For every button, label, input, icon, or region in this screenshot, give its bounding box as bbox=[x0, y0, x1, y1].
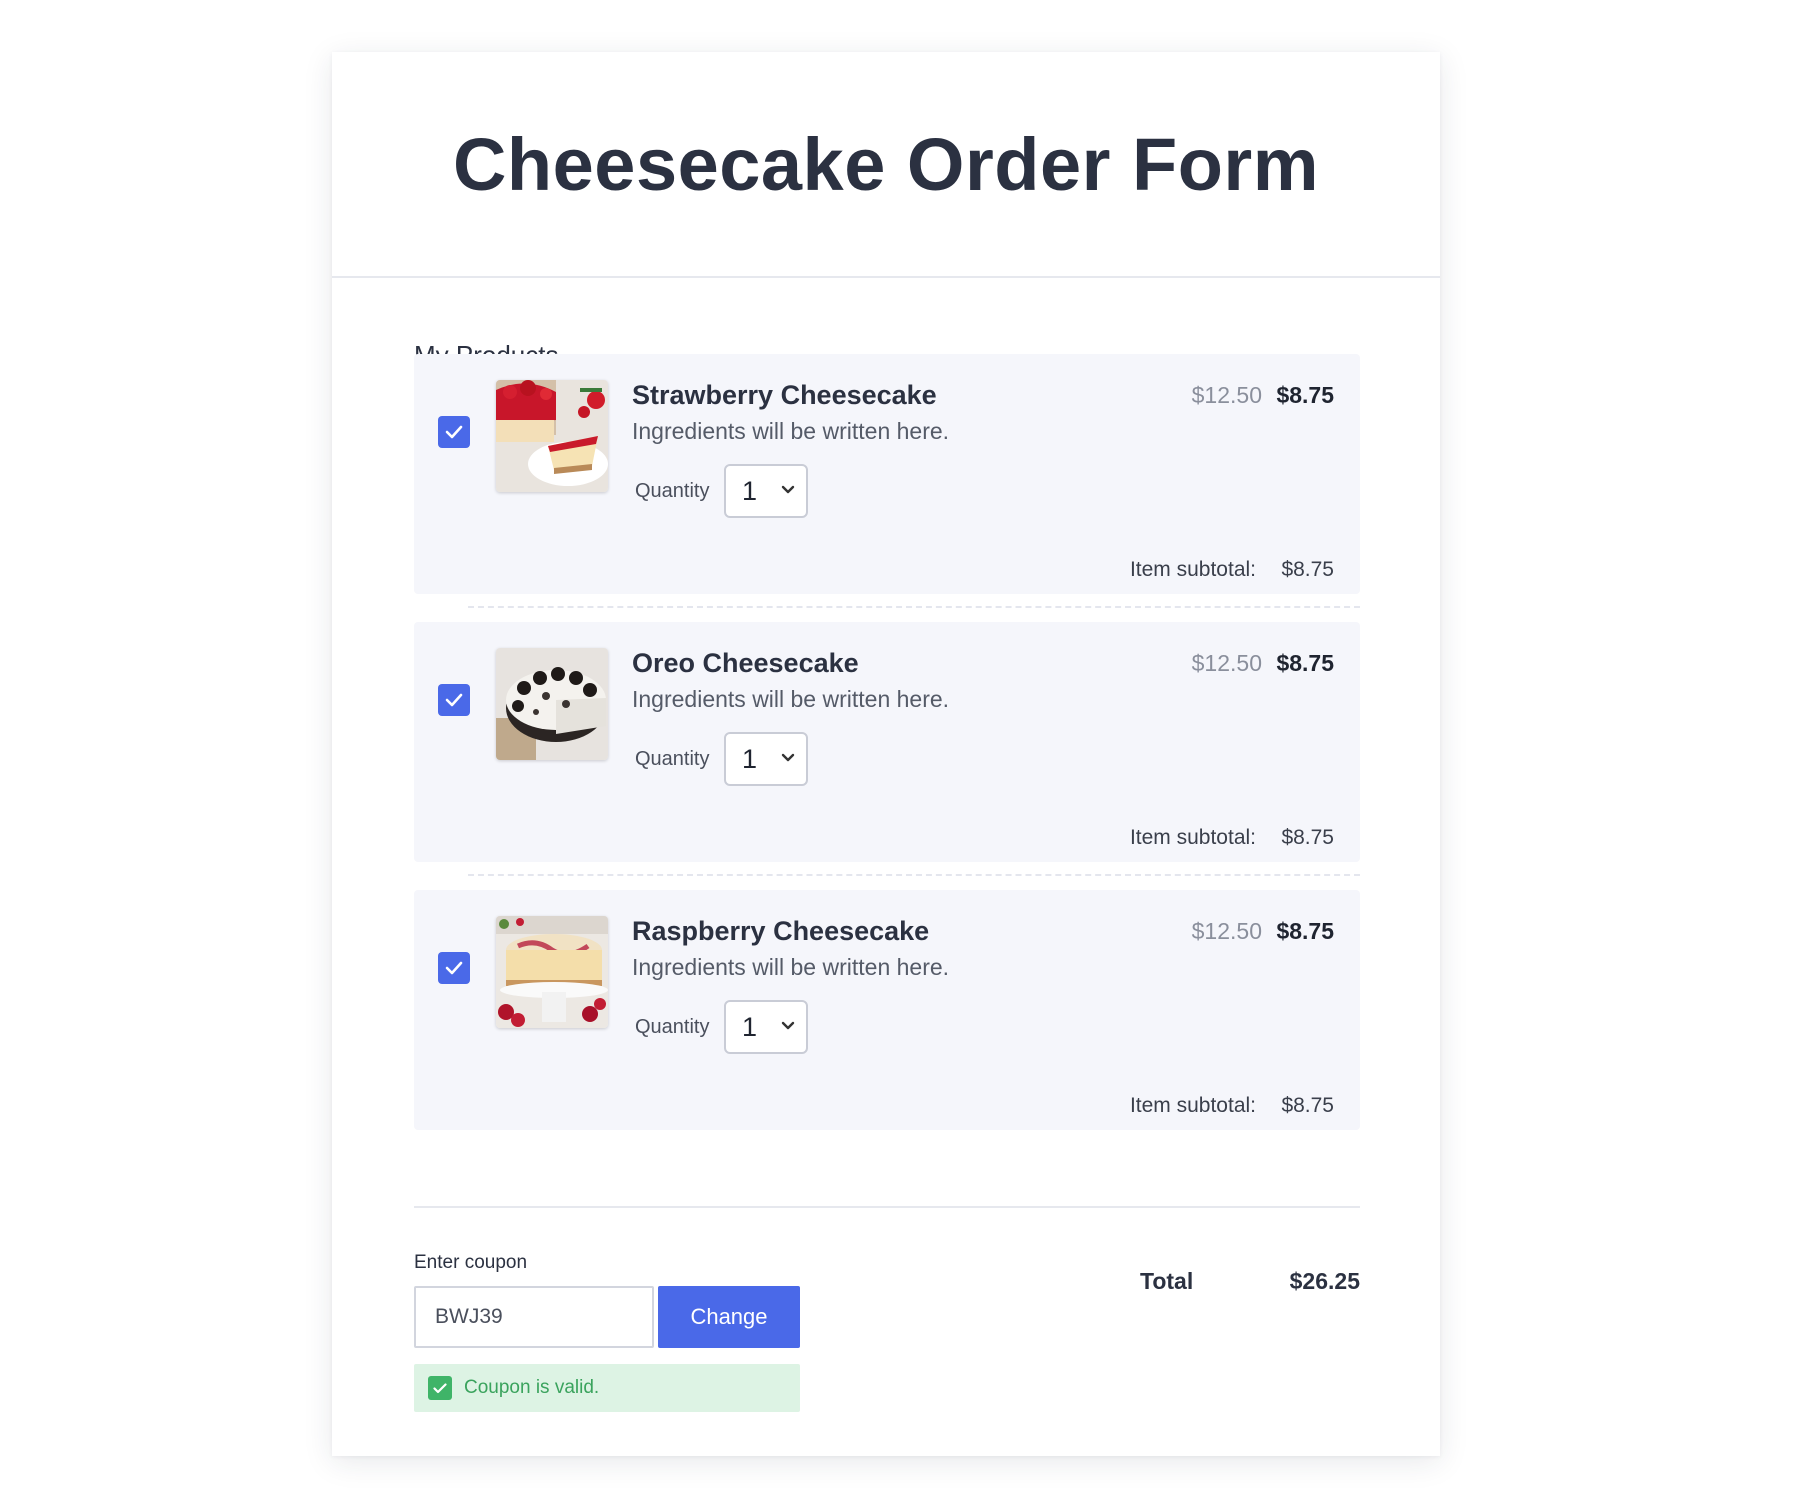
quantity-label: Quantity bbox=[635, 748, 710, 770]
chevron-down-icon bbox=[781, 1021, 795, 1030]
subtotal-value: $8.75 bbox=[1281, 826, 1334, 849]
product-divider bbox=[468, 874, 1360, 876]
quantity-select[interactable]: 1 bbox=[724, 464, 808, 518]
coupon-valid-banner: Coupon is valid. bbox=[414, 1364, 800, 1412]
quantity-select[interactable]: 1 bbox=[724, 732, 808, 786]
page-title: Cheesecake Order Form bbox=[452, 122, 1320, 206]
subtotal-value: $8.75 bbox=[1281, 1094, 1334, 1117]
quantity-value: 1 bbox=[742, 476, 758, 506]
product-description: Ingredients will be written here. bbox=[632, 418, 950, 444]
product-checkbox[interactable] bbox=[438, 952, 470, 984]
subtotal-value: $8.75 bbox=[1281, 558, 1334, 581]
coupon-status-text: Coupon is valid. bbox=[464, 1377, 600, 1398]
product-card-oreo: Oreo Cheesecake Ingredients will be writ… bbox=[414, 622, 1360, 862]
change-coupon-button[interactable]: Change bbox=[658, 1286, 800, 1348]
product-card-raspberry: Raspberry Cheesecake Ingredients will be… bbox=[414, 890, 1360, 1130]
sale-price: $8.75 bbox=[1276, 382, 1334, 408]
order-form-card: Cheesecake Order Form My Products bbox=[332, 52, 1440, 1456]
quantity-value: 1 bbox=[742, 744, 758, 774]
quantity-select[interactable]: 1 bbox=[724, 1000, 808, 1054]
strawberry-cheesecake-image bbox=[496, 380, 608, 492]
oreo-cheesecake-image bbox=[496, 648, 608, 760]
quantity-label: Quantity bbox=[635, 480, 710, 502]
original-price: $12.50 bbox=[1191, 918, 1262, 944]
section-divider bbox=[414, 1206, 1360, 1208]
product-name: Oreo Cheesecake bbox=[632, 648, 859, 678]
original-price: $12.50 bbox=[1191, 382, 1262, 408]
coupon-label: Enter coupon bbox=[414, 1252, 528, 1273]
quantity-label: Quantity bbox=[635, 1016, 710, 1038]
checkmark-icon bbox=[445, 425, 463, 439]
product-name: Raspberry Cheesecake bbox=[632, 916, 930, 946]
product-checkbox[interactable] bbox=[438, 684, 470, 716]
form-header: Cheesecake Order Form bbox=[332, 52, 1440, 278]
check-square-icon bbox=[428, 1376, 452, 1400]
coupon-input[interactable] bbox=[414, 1286, 654, 1348]
subtotal-label: Item subtotal: bbox=[1129, 558, 1256, 581]
product-description: Ingredients will be written here. bbox=[632, 954, 950, 980]
quantity-value: 1 bbox=[742, 1012, 758, 1042]
product-name: Strawberry Cheesecake bbox=[632, 380, 937, 410]
product-divider bbox=[468, 606, 1360, 608]
subtotal-label: Item subtotal: bbox=[1129, 1094, 1256, 1117]
checkmark-icon bbox=[445, 961, 463, 975]
sale-price: $8.75 bbox=[1276, 918, 1334, 944]
product-description: Ingredients will be written here. bbox=[632, 686, 950, 712]
chevron-down-icon bbox=[781, 753, 795, 762]
sale-price: $8.75 bbox=[1276, 650, 1334, 676]
original-price: $12.50 bbox=[1191, 650, 1262, 676]
total-value: $26.25 bbox=[1289, 1268, 1360, 1294]
product-checkbox[interactable] bbox=[438, 416, 470, 448]
total-label: Total bbox=[1140, 1268, 1194, 1294]
chevron-down-icon bbox=[781, 485, 795, 494]
raspberry-cheesecake-image bbox=[496, 916, 608, 1028]
subtotal-label: Item subtotal: bbox=[1129, 826, 1256, 849]
checkmark-icon bbox=[445, 693, 463, 707]
product-card-strawberry: Strawberry Cheesecake Ingredients will b… bbox=[414, 354, 1360, 594]
